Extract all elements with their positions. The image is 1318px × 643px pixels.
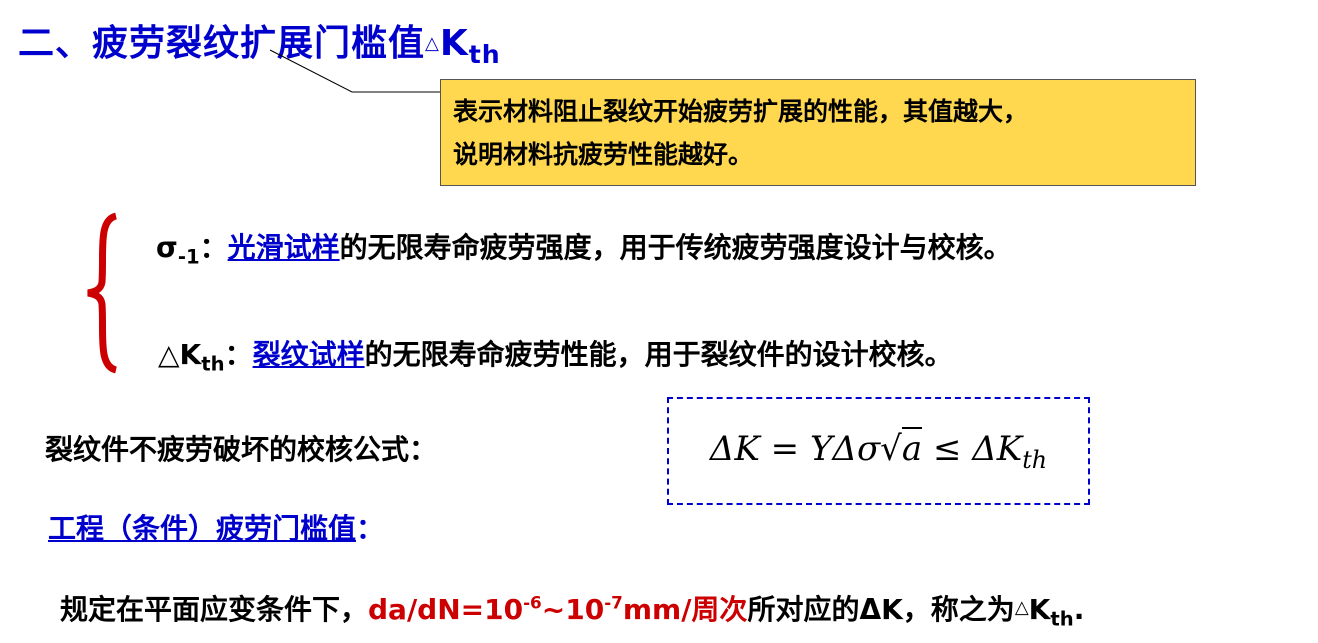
colon: ： [356,512,385,545]
item-subscript: th [201,352,225,376]
engineering-threshold: 工程（条件）疲劳门槛值： [48,507,384,547]
callout-line: 说明材料抗疲劳性能越好。 [453,140,754,169]
item-text: 的无限寿命疲劳强度，用于传统疲劳强度设计与校核。 [339,231,1012,264]
formula-rhs: ≤ ΔK [932,428,1023,469]
formula-lhs: ΔK = YΔσ [709,428,881,469]
callout-leader-line [269,49,440,93]
def-unit: mm/周次 [622,593,748,626]
th-subscript: th [468,40,501,70]
def-exp: -7 [604,592,623,613]
formula-box: ΔK = YΔσ√a ≤ ΔKth [667,397,1090,505]
item-symbol: σ [156,231,178,264]
period: . [1073,593,1085,626]
item-subscript: -1 [177,245,200,269]
formula: ΔK = YΔσ√a ≤ ΔKth [709,426,1048,474]
link-smooth-specimen[interactable]: 光滑试样 [228,231,340,264]
item-sigma: σ-1：光滑试样的无限寿命疲劳强度，用于传统疲劳强度设计与校核。 [156,226,1012,269]
curly-brace-icon [87,212,118,374]
colon: ： [199,231,228,264]
formula-sqrt-arg: a [901,426,923,469]
item-text: 的无限寿命疲劳性能，用于裂纹件的设计校核。 [364,338,953,371]
colon: ： [224,338,253,371]
link-engineering-threshold[interactable]: 工程（条件）疲劳门槛值 [48,512,356,545]
def-exp: -6 [523,592,542,613]
def-text: 所对应的ΔK，称之为 [747,593,1015,626]
k-symbol: K [1028,593,1051,626]
def-rate: ~10 [541,593,605,626]
th-subscript: th [1050,607,1074,631]
check-formula-label: 裂纹件不疲劳破坏的校核公式： [45,433,438,466]
formula-subscript: th [1022,445,1048,474]
callout-box: 表示材料阻止裂纹开始疲劳扩展的性能，其值越大， 说明材料抗疲劳性能越好。 [440,79,1196,186]
item-symbol: △K [158,338,202,371]
item-delta-k: △Kth：裂纹试样的无限寿命疲劳性能，用于裂纹件的设计校核。 [158,333,953,376]
callout-line: 表示材料阻止裂纹开始疲劳扩展的性能，其值越大， [453,97,1029,126]
link-cracked-specimen[interactable]: 裂纹试样 [253,338,365,371]
definition-text: 规定在平面应变条件下，da/dN=10-6~10-7mm/周次所对应的ΔK，称之… [60,588,1084,631]
def-rate: da/dN=10 [368,593,524,626]
def-text: 规定在平面应变条件下， [60,593,369,626]
delta-symbol: △ [1014,597,1029,618]
